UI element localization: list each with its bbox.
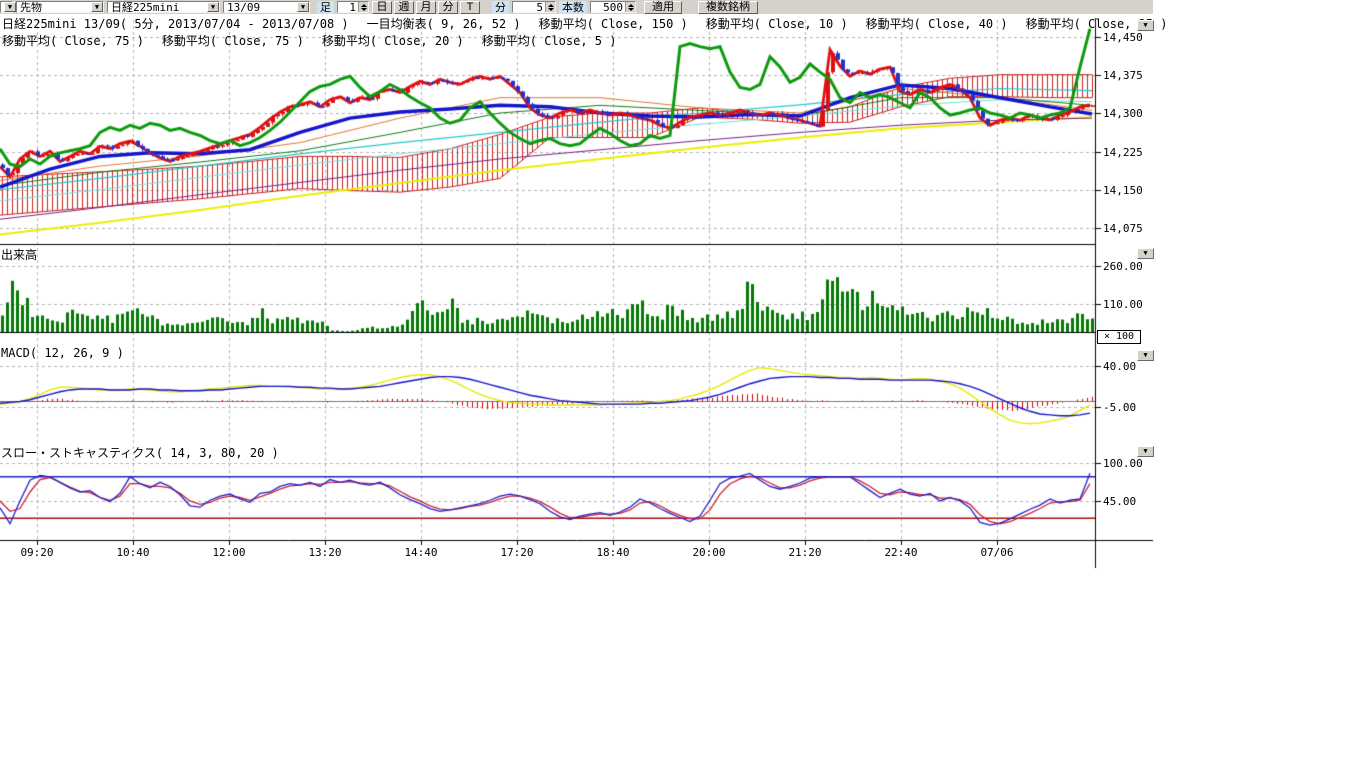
time-tick-label: 18:40 — [589, 546, 637, 559]
time-tick-label: 22:40 — [877, 546, 925, 559]
y-axis-tick-label: 14,375 — [1103, 69, 1143, 82]
chart-canvas[interactable] — [0, 0, 1366, 768]
stepper-arrows-icon[interactable] — [358, 2, 368, 12]
dropdown-arrow-icon: ▼ — [1143, 249, 1147, 257]
y-axis-tick-label: 14,300 — [1103, 107, 1143, 120]
multi-symbol-button[interactable]: 複数銘柄 — [698, 1, 758, 14]
time-tick-label: 07/06 — [973, 546, 1021, 559]
bar-type-label: 足 — [317, 1, 334, 14]
macd-pane-label: MACD( 12, 26, 9 ) — [1, 346, 124, 360]
y-axis-tick-label: 14,225 — [1103, 146, 1143, 159]
legend-item: 移動平均( Close, 40 ) — [866, 15, 1008, 32]
dropdown-arrow-icon[interactable]: ▼ — [4, 2, 16, 12]
dropdown-arrow-icon[interactable]: ▼ — [91, 2, 103, 12]
toolbar: ▼ 先物 ▼ 日経225mini ▼ 13/09 ▼ 足 1 日週月分T 分 5… — [0, 0, 1153, 14]
volume-multiplier-badge: × 100 — [1097, 330, 1141, 344]
period-button-2[interactable]: 月 — [416, 1, 436, 14]
legend-item: 移動平均( Close, 150 ) — [539, 15, 688, 32]
y-axis-tick-label: 260.00 — [1103, 260, 1143, 273]
macd-pane-menu-button[interactable]: ▼ — [1137, 350, 1154, 361]
y-axis-tick-label: 100.00 — [1103, 457, 1143, 470]
stochastics-pane-label: スロー・ストキャスティクス( 14, 3, 80, 20 ) — [1, 444, 279, 461]
legend-item: 移動平均( Close, 5 ) — [482, 32, 617, 49]
symbol-combo[interactable]: 日経225mini ▼ — [107, 1, 220, 13]
stepper-arrows-icon[interactable] — [545, 2, 555, 12]
symbol-value: 日経225mini — [111, 2, 179, 13]
dropdown-arrow-icon: ▼ — [1143, 447, 1147, 455]
dropdown-arrow-icon: ▼ — [1143, 21, 1147, 29]
time-tick-label: 10:40 — [109, 546, 157, 559]
apply-button[interactable]: 適用 — [644, 1, 682, 14]
time-tick-label: 12:00 — [205, 546, 253, 559]
combo-edge-stub[interactable]: ▼ — [0, 1, 13, 13]
stoch-pane-menu-button[interactable]: ▼ — [1137, 446, 1154, 457]
y-axis-tick-label: -5.00 — [1103, 401, 1136, 414]
minute-value: 5 — [513, 1, 545, 14]
legend-item: 移動平均( Close, 75 ) — [2, 32, 144, 49]
bar-count-label: 本数 — [559, 1, 587, 14]
y-axis-tick-label: 45.00 — [1103, 495, 1136, 508]
time-tick-label: 20:00 — [685, 546, 733, 559]
y-axis-tick-label: 110.00 — [1103, 298, 1143, 311]
legend-item: 移動平均( Close, 75 ) — [162, 32, 304, 49]
period-button-4[interactable]: T — [460, 1, 480, 14]
period-button-1[interactable]: 週 — [394, 1, 414, 14]
instrument-type-combo[interactable]: 先物 ▼ — [16, 1, 104, 13]
period-button-0[interactable]: 日 — [372, 1, 392, 14]
time-tick-label: 13:20 — [301, 546, 349, 559]
interval-stepper[interactable]: 1 — [337, 1, 369, 13]
legend-row-1: 日経225mini 13/09( 5分, 2013/07/04 - 2013/0… — [2, 15, 1168, 32]
legend-item: 日経225mini 13/09( 5分, 2013/07/04 - 2013/0… — [2, 15, 349, 32]
interval-value: 1 — [338, 1, 358, 14]
legend-row-2: 移動平均( Close, 75 ) 移動平均( Close, 75 ) 移動平均( … — [2, 32, 616, 49]
period-button-3[interactable]: 分 — [438, 1, 458, 14]
app-window: ▼ 先物 ▼ 日経225mini ▼ 13/09 ▼ 足 1 日週月分T 分 5… — [0, 0, 1366, 768]
period-button-group: 日週月分T — [372, 1, 480, 14]
legend-item: 移動平均( Close, 20 ) — [322, 32, 464, 49]
contract-month-value: 13/09 — [227, 2, 260, 13]
instrument-type-value: 先物 — [20, 2, 42, 13]
y-axis-tick-label: 14,450 — [1103, 31, 1143, 44]
y-axis-tick-label: 14,075 — [1103, 222, 1143, 235]
legend-item: 移動平均( Close, 10 ) — [706, 15, 848, 32]
time-tick-label: 14:40 — [397, 546, 445, 559]
bar-count-stepper[interactable]: 500 — [590, 1, 636, 13]
bar-count-value: 500 — [591, 1, 625, 14]
main-pane-menu-button[interactable]: ▼ — [1137, 20, 1154, 31]
volume-pane-label: 出来高 — [1, 246, 37, 263]
legend-item: 一目均衡表( 9, 26, 52 ) — [367, 15, 521, 32]
dropdown-arrow-icon[interactable]: ▼ — [297, 2, 309, 12]
stepper-arrows-icon[interactable] — [625, 2, 635, 12]
dropdown-arrow-icon[interactable]: ▼ — [207, 2, 219, 12]
minute-stepper[interactable]: 5 — [512, 1, 556, 13]
time-tick-label: 21:20 — [781, 546, 829, 559]
volume-pane-menu-button[interactable]: ▼ — [1137, 248, 1154, 259]
contract-month-combo[interactable]: 13/09 ▼ — [223, 1, 310, 13]
dropdown-arrow-icon: ▼ — [1143, 351, 1147, 359]
y-axis-tick-label: 14,150 — [1103, 184, 1143, 197]
time-tick-label: 09:20 — [13, 546, 61, 559]
y-axis-tick-label: 40.00 — [1103, 360, 1136, 373]
minute-mode-label: 分 — [492, 1, 509, 14]
time-tick-label: 17:20 — [493, 546, 541, 559]
